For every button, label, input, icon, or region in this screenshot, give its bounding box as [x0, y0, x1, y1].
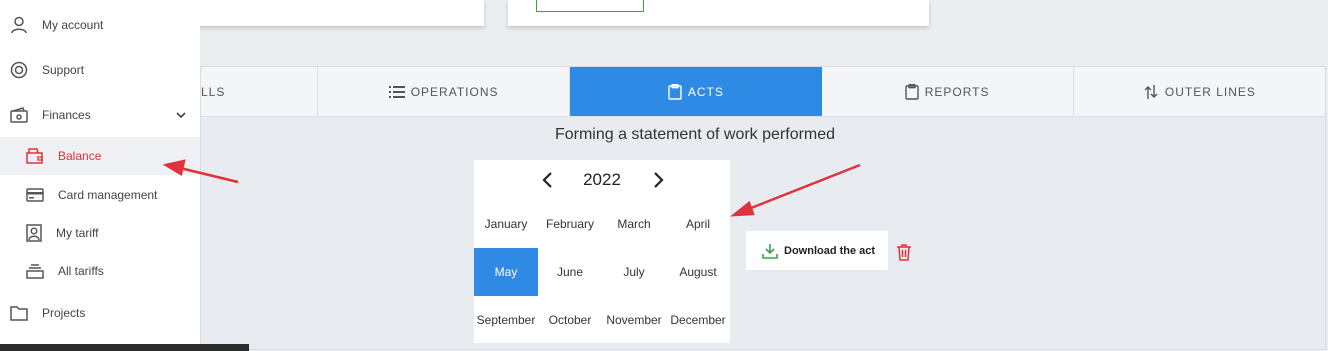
swap-arrows-icon [1144, 84, 1158, 99]
year-selector: 2022 [474, 160, 730, 200]
download-label: Download the act [784, 244, 876, 257]
tab-calls[interactable]: LLS [201, 67, 318, 116]
sidebar-item-support[interactable]: Support [0, 53, 200, 87]
balance-icon [26, 148, 43, 164]
sidebar-item-label: Support [42, 63, 85, 77]
tab-label: OUTER LINES [1164, 84, 1256, 99]
month-october[interactable]: October [538, 296, 602, 344]
tab-reports[interactable]: REPORTS [822, 67, 1074, 116]
tab-label: OPERATIONS [410, 84, 499, 99]
sidebar-item-label: All tariffs [58, 264, 104, 278]
folder-icon [10, 306, 28, 321]
sidebar-item-all-tariffs[interactable]: All tariffs [0, 254, 200, 288]
month-july[interactable]: July [602, 248, 666, 296]
stack-icon [26, 264, 44, 279]
clipboard-icon [668, 83, 682, 100]
month-may[interactable]: May [474, 248, 538, 296]
month-june[interactable]: June [538, 248, 602, 296]
month-grid: January February March April May June Ju… [474, 200, 730, 344]
sidebar-item-label: Card management [58, 188, 158, 202]
tab-outer-lines[interactable]: OUTER LINES [1074, 67, 1325, 116]
sidebar-item-balance[interactable]: Balance [0, 137, 200, 175]
sidebar: My account Support Finances Balance Card… [0, 0, 200, 351]
tab-label: LLS [201, 84, 226, 99]
lifebuoy-icon [10, 61, 28, 79]
tab-acts[interactable]: ACTS [570, 67, 822, 116]
download-icon [762, 243, 778, 259]
clipboard-icon [905, 83, 919, 100]
trash-icon[interactable] [896, 243, 912, 261]
bottom-bar [0, 344, 249, 351]
user-icon [11, 16, 27, 34]
sidebar-item-label: Projects [42, 306, 86, 320]
acts-panel: LLS OPERATIONS ACTS REPORTS OUTER LINES … [200, 66, 1326, 350]
tab-operations[interactable]: OPERATIONS [318, 67, 571, 116]
statement-title: Forming a statement of work performed [554, 126, 836, 143]
portrait-icon [26, 224, 42, 242]
sidebar-item-label: Finances [42, 108, 91, 122]
tab-label: ACTS [687, 84, 724, 99]
month-march[interactable]: March [602, 200, 666, 248]
month-picker: 2022 January February March April May Ju… [474, 160, 730, 343]
chevron-left-icon[interactable] [538, 170, 558, 190]
month-august[interactable]: August [666, 248, 730, 296]
sidebar-item-label: My tariff [56, 226, 99, 240]
top-card-right [508, 0, 929, 26]
year-label: 2022 [583, 170, 621, 189]
sidebar-item-my-account[interactable]: My account [0, 8, 200, 42]
green-button-outline[interactable] [536, 0, 644, 12]
month-december[interactable]: December [666, 296, 730, 344]
sidebar-item-my-tariff[interactable]: My tariff [0, 216, 200, 250]
month-april[interactable]: April [666, 200, 730, 248]
download-act-button[interactable]: Download the act [746, 231, 888, 270]
chevron-right-icon[interactable] [648, 170, 668, 190]
sidebar-item-finances[interactable]: Finances [0, 98, 200, 132]
sidebar-item-label: Balance [58, 149, 102, 163]
month-february[interactable]: February [538, 200, 602, 248]
month-november[interactable]: November [602, 296, 666, 344]
chevron-down-icon[interactable] [176, 111, 186, 119]
month-january[interactable]: January [474, 200, 538, 248]
list-icon [388, 85, 405, 98]
sidebar-item-projects[interactable]: Projects [0, 296, 200, 330]
wallet-icon [10, 107, 28, 123]
sidebar-item-label: My account [42, 18, 104, 32]
tab-bar: LLS OPERATIONS ACTS REPORTS OUTER LINES [201, 67, 1325, 117]
tab-label: REPORTS [924, 84, 990, 99]
month-september[interactable]: September [474, 296, 538, 344]
card-icon [26, 188, 44, 202]
sidebar-item-card-management[interactable]: Card management [0, 178, 200, 212]
